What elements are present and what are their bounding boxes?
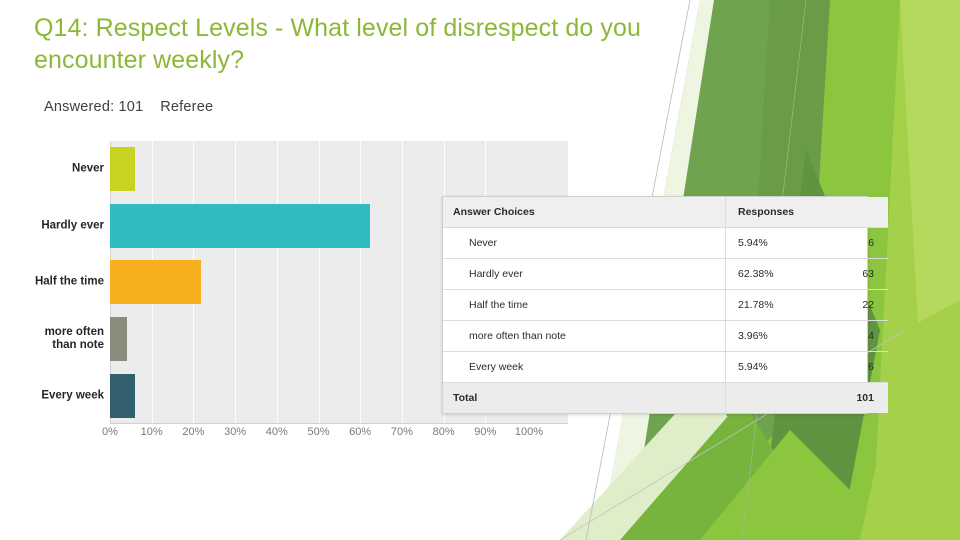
- cell-answer-choice: more often than note: [443, 320, 726, 352]
- chart-category-label: Never: [72, 162, 104, 175]
- cell-percent: 5.94%: [725, 227, 828, 259]
- x-tick-label: 100%: [514, 426, 544, 438]
- chart-category-label: Hardly ever: [41, 219, 104, 232]
- chart-bar-every-week: [110, 373, 135, 418]
- x-tick-label: 90%: [474, 426, 497, 438]
- column-header-answer-choices: Answer Choices: [443, 197, 726, 228]
- x-tick-label: 50%: [307, 426, 330, 438]
- cell-answer-choice: Half the time: [443, 289, 726, 321]
- cell-total-percent: [725, 382, 828, 413]
- chart-x-tick-labels: 0% 10% 20% 30% 40% 50% 60% 70% 80% 90% 1…: [12, 426, 568, 446]
- x-tick-label: 20%: [182, 426, 205, 438]
- x-tick-label: 30%: [224, 426, 247, 438]
- answered-count-label: Answered: 101 Referee: [44, 99, 214, 115]
- cell-count: 22: [828, 289, 888, 321]
- responses-table: Answer Choices Responses Never 5.94% 6 H…: [442, 196, 888, 414]
- table-row: Half the time 21.78% 22: [443, 289, 888, 321]
- cell-count: 6: [828, 227, 888, 259]
- cell-total-label: Total: [443, 382, 726, 413]
- table-row: more often than note 3.96% 4: [443, 320, 888, 352]
- chart-bar-hardly-ever: [110, 203, 371, 248]
- cell-count: 6: [828, 351, 888, 383]
- table-header-row: Answer Choices Responses: [443, 197, 888, 228]
- cell-percent: 5.94%: [725, 351, 828, 383]
- chart-bar-more-often-than-note: [110, 317, 127, 362]
- page-title: Q14: Respect Levels - What level of disr…: [34, 14, 641, 74]
- table-total-row: Total 101: [443, 382, 888, 413]
- x-tick-label: 10%: [140, 426, 163, 438]
- cell-percent: 3.96%: [725, 320, 828, 352]
- x-tick-label: 40%: [265, 426, 288, 438]
- cell-percent: 21.78%: [725, 289, 828, 321]
- table-row: Never 5.94% 6: [443, 227, 888, 259]
- table-row: Hardly ever 62.38% 63: [443, 258, 888, 290]
- chart-category-label: Half the time: [34, 275, 104, 288]
- cell-count: 4: [828, 320, 888, 352]
- slide: Q14: Respect Levels - What level of disr…: [0, 0, 960, 540]
- chart-bar-half-the-time: [110, 260, 201, 305]
- x-tick-label: 70%: [390, 426, 413, 438]
- cell-count: 63: [828, 258, 888, 290]
- cell-percent: 62.38%: [725, 258, 828, 290]
- chart-category-label: more often than note: [44, 326, 104, 352]
- x-tick-label: 60%: [349, 426, 372, 438]
- cell-answer-choice: Never: [443, 227, 726, 259]
- cell-answer-choice: Every week: [443, 351, 726, 383]
- cell-total-count: 101: [828, 382, 888, 413]
- chart-bar-never: [110, 147, 135, 192]
- column-header-responses: Responses: [725, 197, 828, 228]
- chart-category-label: Every week: [41, 389, 104, 402]
- table-row: Every week 5.94% 6: [443, 351, 888, 383]
- chart-row: Never: [12, 141, 568, 198]
- column-header-count: [828, 197, 888, 228]
- cell-answer-choice: Hardly ever: [443, 258, 726, 290]
- x-tick-label: 80%: [432, 426, 455, 438]
- x-tick-label: 0%: [102, 426, 118, 438]
